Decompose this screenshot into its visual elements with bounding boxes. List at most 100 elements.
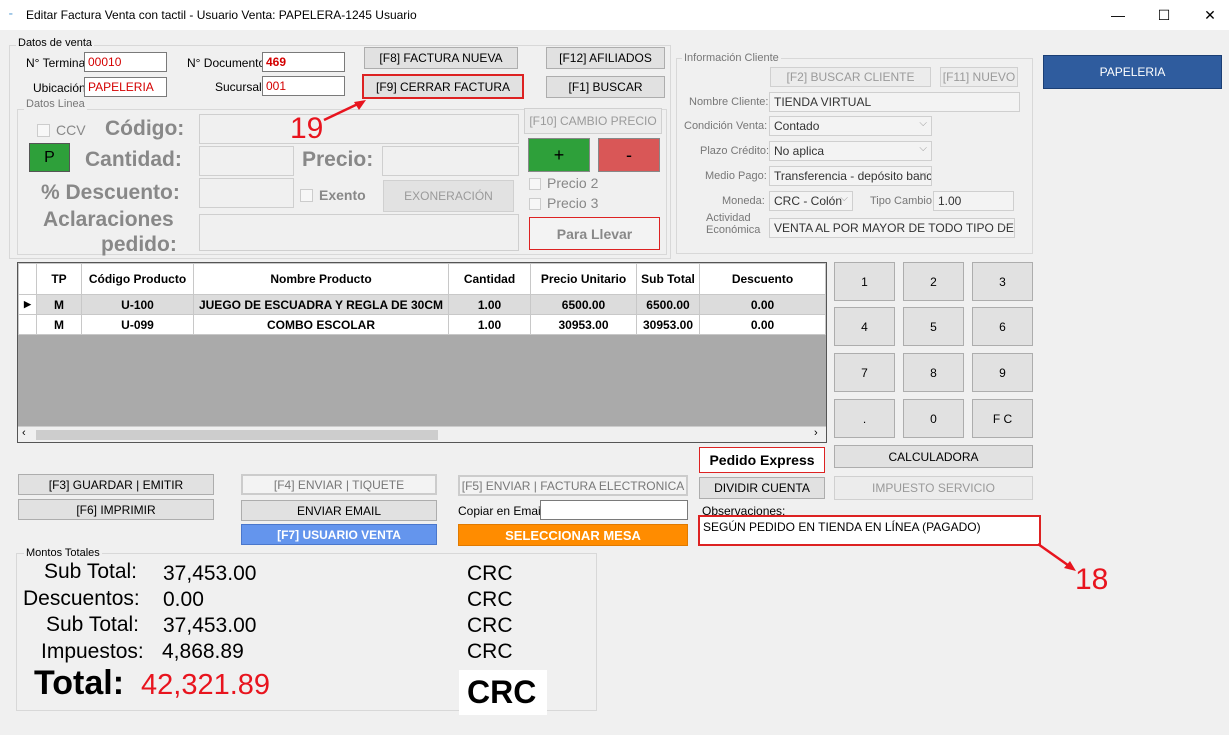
medio-pago-label: Medio Pago: (705, 170, 767, 182)
cell-tp[interactable]: M (36, 294, 82, 315)
precio3-radio[interactable] (529, 198, 541, 210)
p-button[interactable]: P (29, 143, 70, 172)
cell-codigo[interactable]: U-099 (81, 314, 194, 335)
header-subtotal[interactable]: Sub Total (636, 263, 700, 295)
minimize-button[interactable]: — (1095, 0, 1141, 30)
terminal-field[interactable]: 00010 (84, 52, 167, 72)
moneda-select[interactable]: CRC - Colón ⌵ (769, 191, 853, 211)
keypad-dot[interactable]: . (834, 399, 895, 438)
chevron-down-icon: ⌵ (1002, 220, 1010, 231)
keypad-6[interactable]: 6 (972, 307, 1033, 346)
calculadora-button[interactable]: CALCULADORA (834, 445, 1033, 468)
exoneracion-button[interactable]: EXONERACIÓN (383, 180, 514, 212)
actividad-label-1: Actividad (706, 212, 751, 224)
cantidad-input[interactable] (199, 146, 294, 176)
pedido-express-button[interactable]: Pedido Express (699, 447, 825, 473)
keypad-0[interactable]: 0 (903, 399, 964, 438)
copiar-email-input[interactable] (540, 500, 688, 520)
enviar-tiquete-button[interactable]: [F4] ENVIAR | TIQUETE (241, 474, 437, 495)
precio-input[interactable] (382, 146, 519, 176)
cell-subtotal[interactable]: 6500.00 (636, 294, 700, 315)
plus-button[interactable]: + (528, 138, 590, 172)
exento-checkbox[interactable] (300, 189, 313, 202)
aclaraciones-input[interactable] (199, 214, 519, 251)
sucursal-field[interactable]: 001 (262, 76, 345, 96)
plazo-credito-label: Plazo Crédito: (700, 145, 770, 157)
plazo-credito-select[interactable]: No aplica ⌵ (769, 141, 932, 161)
impuesto-servicio-button[interactable]: IMPUESTO SERVICIO (834, 476, 1033, 500)
tipo-cambio-field[interactable]: 1.00 (933, 191, 1014, 211)
chevron-down-icon: ⌵ (919, 168, 927, 179)
header-cantidad[interactable]: Cantidad (448, 263, 531, 295)
header-tp[interactable]: TP (36, 263, 82, 295)
buscar-cliente-button[interactable]: [F2] BUSCAR CLIENTE (770, 67, 931, 87)
scrollbar-thumb[interactable] (36, 430, 438, 440)
cell-precio[interactable]: 6500.00 (530, 294, 637, 315)
descuento-input[interactable] (199, 178, 294, 208)
keypad-9[interactable]: 9 (972, 353, 1033, 392)
horizontal-scrollbar[interactable]: ‹ › (18, 426, 826, 442)
cell-descuento[interactable]: 0.00 (699, 294, 826, 315)
table-row[interactable]: ▶ M U-100 JUEGO DE ESCUADRA Y REGLA DE 3… (18, 294, 826, 315)
ubicacion-field[interactable]: PAPELERIA (84, 77, 167, 97)
factura-nueva-button[interactable]: [F8] FACTURA NUEVA (364, 47, 518, 69)
close-button[interactable]: ✕ (1187, 0, 1229, 30)
keypad-8[interactable]: 8 (903, 353, 964, 392)
sucursal-label: Sucursal: (215, 80, 266, 94)
para-llevar-button[interactable]: Para Llevar (529, 217, 660, 250)
documento-field[interactable]: 469 (262, 52, 345, 72)
cantidad-label: Cantidad: (85, 148, 182, 171)
minus-button[interactable]: - (598, 138, 660, 172)
cell-codigo[interactable]: U-100 (81, 294, 194, 315)
header-nombre[interactable]: Nombre Producto (193, 263, 449, 295)
guardar-emitir-button[interactable]: [F3] GUARDAR | EMITIR (18, 474, 214, 495)
maximize-button[interactable]: ☐ (1141, 0, 1187, 30)
header-descuento[interactable]: Descuento (699, 263, 826, 295)
scroll-left-icon[interactable]: ‹ (22, 427, 26, 439)
row-selector-arrow-icon: ▶ (18, 294, 37, 315)
keypad-2[interactable]: 2 (903, 262, 964, 301)
cell-tp[interactable]: M (36, 314, 82, 335)
keypad-4[interactable]: 4 (834, 307, 895, 346)
medio-pago-select[interactable]: Transferencia - depósito banc ⌵ (769, 166, 932, 186)
cell-nombre[interactable]: COMBO ESCOLAR (193, 314, 449, 335)
header-precio[interactable]: Precio Unitario (530, 263, 637, 295)
enviar-factura-button[interactable]: [F5] ENVIAR | FACTURA ELECTRONICA (458, 475, 688, 496)
seleccionar-mesa-button[interactable]: SELECCIONAR MESA (458, 524, 688, 546)
scroll-right-icon[interactable]: › (814, 427, 818, 439)
keypad-5[interactable]: 5 (903, 307, 964, 346)
nuevo-cliente-button[interactable]: [F11] NUEVO (940, 67, 1018, 87)
cell-descuento[interactable]: 0.00 (699, 314, 826, 335)
table-row[interactable]: M U-099 COMBO ESCOLAR 1.00 30953.00 3095… (18, 314, 826, 335)
header-codigo[interactable]: Código Producto (81, 263, 194, 295)
enviar-email-button[interactable]: ENVIAR EMAIL (241, 500, 437, 521)
descuentos-label: Descuentos: (23, 587, 140, 610)
imprimir-button[interactable]: [F6] IMPRIMIR (18, 499, 214, 520)
cell-cantidad[interactable]: 1.00 (448, 294, 531, 315)
observaciones-input[interactable]: SEGÚN PEDIDO EN TIENDA EN LÍNEA (PAGADO) (698, 515, 1041, 546)
chevron-down-icon: ⌵ (919, 118, 927, 129)
annotation-18-arrow (1037, 542, 1076, 571)
cell-cantidad[interactable]: 1.00 (448, 314, 531, 335)
keypad-1[interactable]: 1 (834, 262, 895, 301)
dividir-cuenta-button[interactable]: DIVIDIR CUENTA (699, 477, 825, 499)
cell-subtotal[interactable]: 30953.00 (636, 314, 700, 335)
actividad-select[interactable]: VENTA AL POR MAYOR DE TODO TIPO DE . ⌵ (769, 218, 1015, 238)
ccv-checkbox[interactable] (37, 124, 50, 137)
cambio-precio-button[interactable]: [F10] CAMBIO PRECIO (524, 108, 662, 134)
usuario-venta-button[interactable]: [F7] USUARIO VENTA (241, 524, 437, 545)
precio2-radio[interactable] (529, 178, 541, 190)
afiliados-button[interactable]: [F12] AFILIADOS (546, 47, 665, 69)
cell-precio[interactable]: 30953.00 (530, 314, 637, 335)
cerrar-factura-button[interactable]: [F9] CERRAR FACTURA (362, 74, 524, 99)
nombre-cliente-field[interactable]: TIENDA VIRTUAL (769, 92, 1020, 112)
keypad-3[interactable]: 3 (972, 262, 1033, 301)
keypad-fc[interactable]: F C (972, 399, 1033, 438)
papeleria-button[interactable]: PAPELERIA (1043, 55, 1222, 89)
products-grid[interactable]: TP Código Producto Nombre Producto Canti… (17, 262, 827, 443)
keypad-7[interactable]: 7 (834, 353, 895, 392)
impuestos-label: Impuestos: (41, 640, 144, 663)
buscar-button[interactable]: [F1] BUSCAR (546, 76, 665, 98)
cell-nombre[interactable]: JUEGO DE ESCUADRA Y REGLA DE 30CM (193, 294, 449, 315)
condicion-venta-select[interactable]: Contado ⌵ (769, 116, 932, 136)
